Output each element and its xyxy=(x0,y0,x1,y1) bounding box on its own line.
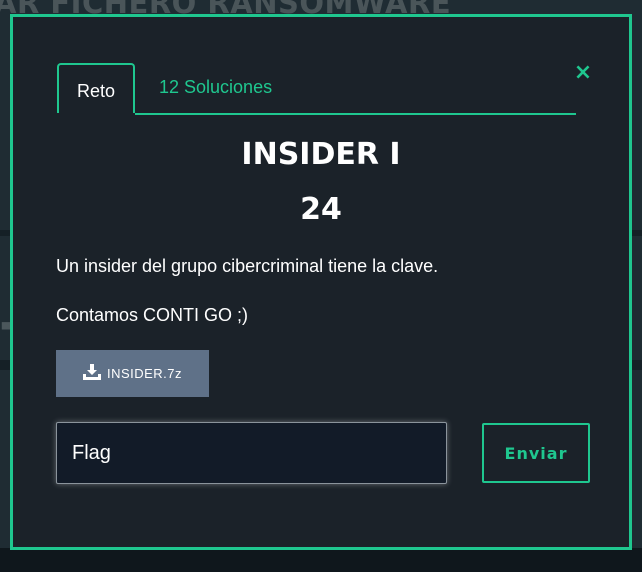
download-icon xyxy=(82,364,101,383)
challenge-modal: Reto 12 Soluciones × INSIDER I 24 Un ins… xyxy=(10,14,632,550)
download-file-name: INSIDER.7z xyxy=(106,366,183,381)
challenge-points: 24 xyxy=(300,192,342,227)
modal-tabs: Reto 12 Soluciones xyxy=(57,63,576,115)
download-file-button[interactable]: INSIDER.7z xyxy=(56,350,209,397)
flag-input[interactable] xyxy=(56,422,447,484)
challenge-description: Contamos CONTI GO ;) xyxy=(56,305,249,325)
challenge-title: INSIDER I xyxy=(241,137,401,172)
tab-reto[interactable]: Reto xyxy=(57,63,135,113)
tabs-underline xyxy=(135,113,576,115)
tab-solutions[interactable]: 12 Soluciones xyxy=(159,77,272,98)
close-icon[interactable]: × xyxy=(573,62,593,84)
challenge-description: Un insider del grupo cibercriminal tiene… xyxy=(56,256,439,276)
submit-button[interactable]: Enviar xyxy=(482,423,590,483)
background-footer xyxy=(0,548,642,572)
